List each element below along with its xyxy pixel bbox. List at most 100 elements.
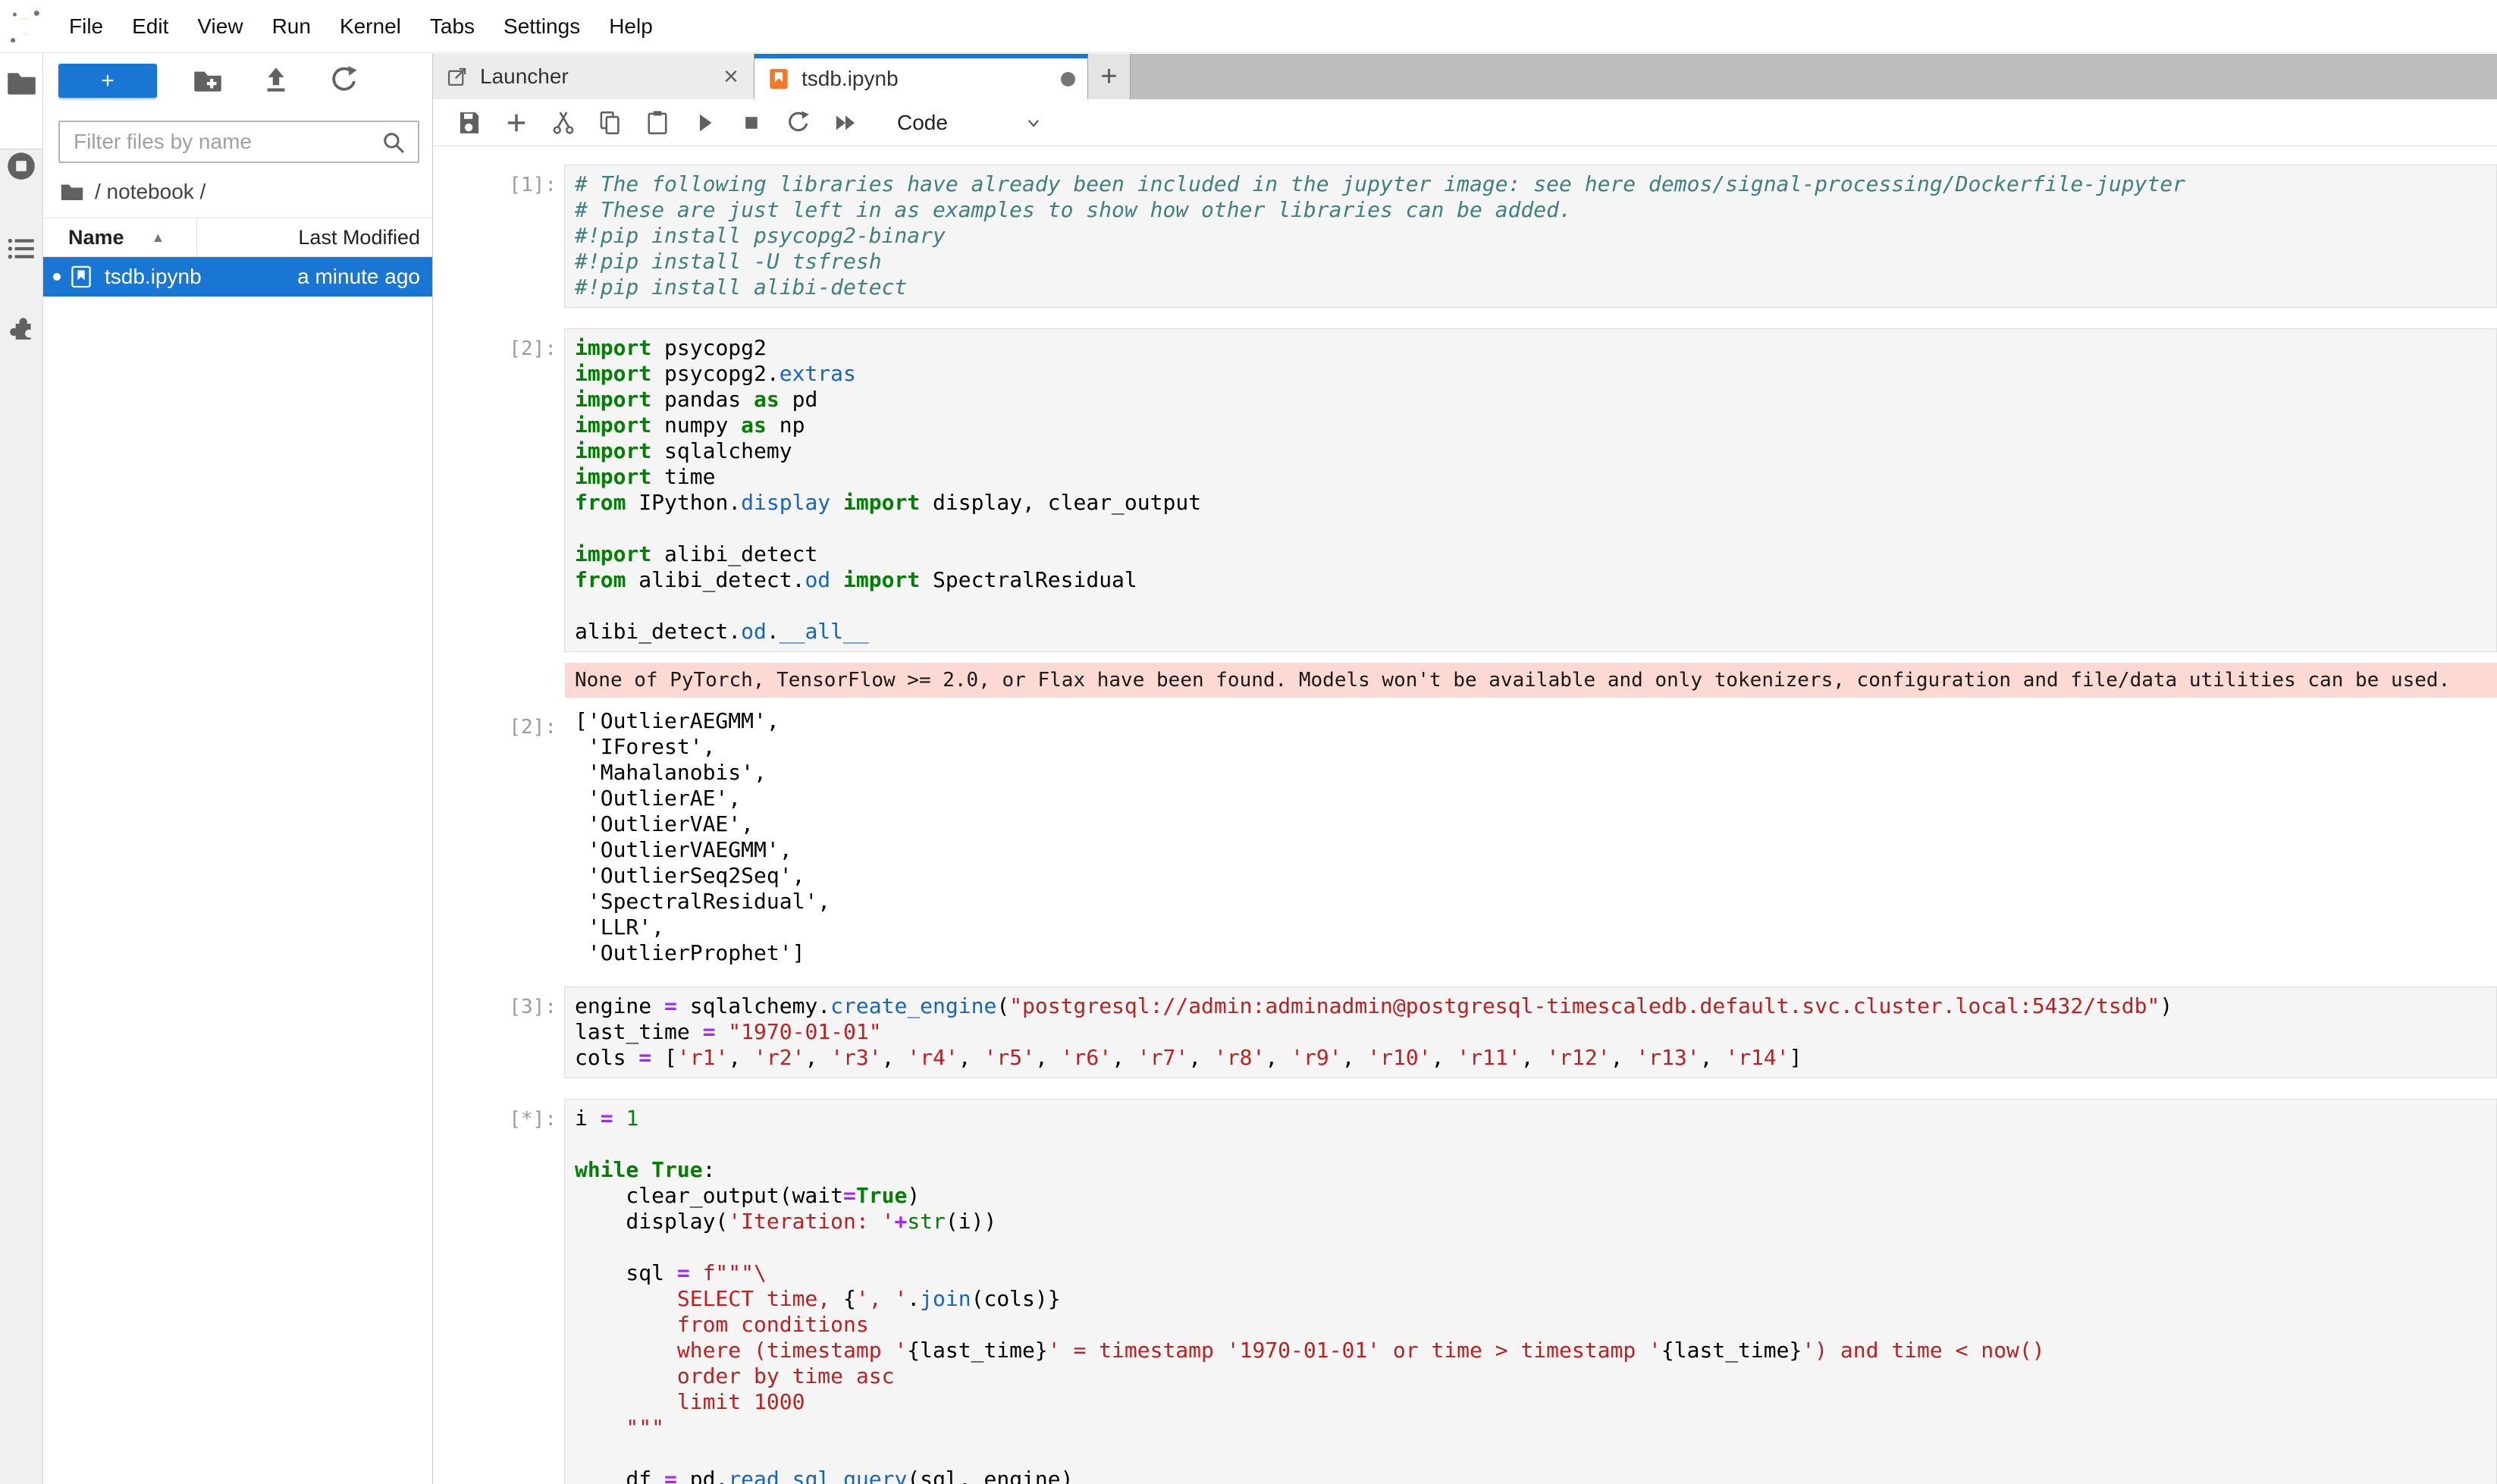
new-launcher-button[interactable]: +	[58, 64, 157, 98]
menu-help[interactable]: Help	[594, 0, 667, 52]
code-line: i = 1	[575, 1106, 2493, 1131]
extensions-puzzle-icon[interactable]	[4, 309, 39, 344]
menu-edit[interactable]: Edit	[118, 0, 183, 52]
new-tab-button[interactable]: +	[1088, 54, 1131, 99]
output-prompt: [2]:	[433, 707, 564, 966]
copy-cells-button[interactable]	[594, 106, 627, 140]
close-tab-icon[interactable]: ×	[720, 62, 742, 92]
notebook-file-icon	[68, 264, 94, 290]
refresh-button[interactable]	[327, 63, 362, 98]
filter-files-input[interactable]	[58, 121, 419, 163]
code-line	[575, 1441, 2493, 1467]
dock-tab-bar: Launcher × tsdb.ipynb +	[433, 54, 2497, 99]
stop-icon	[737, 108, 766, 137]
menu-settings[interactable]: Settings	[489, 0, 594, 52]
breadcrumb-folder-icon	[58, 180, 86, 203]
code-editor[interactable]: engine = sqlalchemy.create_engine("postg…	[564, 987, 2497, 1078]
tab-launcher-label: Launcher	[480, 64, 720, 89]
cut-scissors-icon	[549, 108, 578, 137]
code-cell: [1]: # The following libraries have alrea…	[433, 165, 2497, 308]
code-line	[575, 516, 2493, 541]
file-list-header: Name ▲ Last Modified	[43, 218, 432, 257]
menu-bar: FileEditViewRunKernelTabsSettingsHelp	[0, 0, 2497, 53]
code-line: #!pip install alibi-detect	[575, 275, 2493, 300]
new-folder-button[interactable]	[190, 63, 225, 98]
folder-icon[interactable]	[4, 66, 39, 101]
code-cell: [2]:import psycopg2import psycopg2.extra…	[433, 328, 2497, 652]
code-line	[575, 593, 2493, 619]
file-row-tsdb[interactable]: tsdb.ipynb a minute ago	[43, 257, 432, 296]
code-line: # The following libraries have already b…	[575, 171, 2493, 197]
filter-box	[58, 121, 419, 163]
code-line: #!pip install psycopg2-binary	[575, 223, 2493, 249]
cut-cells-button[interactable]	[547, 106, 580, 140]
code-line: import psycopg2	[575, 335, 2493, 361]
stderr-warning-output: None of PyTorch, TensorFlow >= 2.0, or F…	[565, 663, 2497, 698]
code-line: clear_output(wait=True)	[575, 1183, 2493, 1209]
cell-type-value: Code	[897, 111, 948, 135]
restart-icon	[784, 108, 813, 137]
unsaved-changes-dot-icon	[1061, 72, 1075, 86]
restart-kernel-button[interactable]	[782, 106, 815, 140]
output-text: ['OutlierAEGMM', 'IForest', 'Mahalanobis…	[564, 707, 2497, 966]
code-line: cols = ['r1', 'r2', 'r3', 'r4', 'r5', 'r…	[575, 1045, 2493, 1071]
tab-launcher[interactable]: Launcher ×	[433, 54, 754, 99]
menu-file[interactable]: File	[55, 0, 118, 52]
copy-icon	[596, 108, 625, 137]
code-line: import sqlalchemy	[575, 438, 2493, 464]
column-name-header[interactable]: Name ▲	[43, 218, 197, 256]
menu-kernel[interactable]: Kernel	[325, 0, 416, 52]
notebook-toolbar: Code	[433, 99, 2497, 146]
code-line: from alibi_detect.od import SpectralResi…	[575, 567, 2493, 593]
sort-ascending-icon: ▲	[152, 230, 165, 246]
code-line: limit 1000	[575, 1389, 2493, 1415]
add-cell-button[interactable]	[500, 106, 533, 140]
code-line: display('Iteration: '+str(i))	[575, 1209, 2493, 1235]
new-folder-icon	[190, 63, 225, 98]
menu-view[interactable]: View	[183, 0, 257, 52]
notebook-panel: Launcher × tsdb.ipynb +	[433, 54, 2497, 1484]
fast-forward-icon	[831, 108, 860, 137]
chevron-down-icon	[1021, 110, 1046, 136]
code-editor[interactable]: import psycopg2import psycopg2.extrasimp…	[564, 328, 2497, 652]
code-editor[interactable]: i = 1 while True: clear_output(wait=True…	[564, 1099, 2497, 1484]
code-line: import time	[575, 464, 2493, 490]
interrupt-kernel-button[interactable]	[735, 106, 768, 140]
code-line: last_time = "1970-01-01"	[575, 1019, 2493, 1045]
code-line: # These are just left in as examples to …	[575, 197, 2493, 223]
code-line: while True:	[575, 1157, 2493, 1183]
code-line: import numpy as np	[575, 413, 2493, 438]
input-prompt: [3]:	[433, 987, 564, 1078]
restart-run-all-button[interactable]	[829, 106, 862, 140]
code-line: SELECT time, {', '.join(cols)}	[575, 1286, 2493, 1312]
cell-type-dropdown[interactable]: Code	[897, 110, 1046, 136]
code-line: sql = f"""\	[575, 1260, 2493, 1286]
sidebar-tab-strip	[0, 54, 43, 1484]
code-line: import psycopg2.extras	[575, 361, 2493, 387]
upload-button[interactable]	[259, 63, 293, 98]
menu-tabs[interactable]: Tabs	[416, 0, 489, 52]
paste-clipboard-icon	[643, 108, 672, 137]
menu-run[interactable]: Run	[258, 0, 325, 52]
code-editor[interactable]: # The following libraries have already b…	[564, 165, 2497, 308]
running-sessions-icon[interactable]	[4, 149, 39, 184]
file-browser-toolbar: +	[43, 54, 432, 101]
table-of-contents-icon[interactable]	[4, 231, 39, 266]
column-modified-header[interactable]: Last Modified	[197, 226, 432, 249]
code-line	[575, 1235, 2493, 1260]
run-cell-button[interactable]	[688, 106, 721, 140]
notebook-icon	[767, 67, 791, 91]
breadcrumb[interactable]: / notebook /	[43, 163, 432, 215]
paste-cells-button[interactable]	[641, 106, 674, 140]
code-cell: [3]:engine = sqlalchemy.create_engine("p…	[433, 987, 2497, 1078]
code-line: alibi_detect.od.__all__	[575, 619, 2493, 645]
file-browser-panel: +	[43, 54, 433, 1484]
plus-icon	[502, 108, 531, 137]
input-prompt: [1]:	[433, 165, 564, 308]
tab-tsdb-notebook[interactable]: tsdb.ipynb	[754, 54, 1088, 99]
file-name: tsdb.ipynb	[105, 265, 202, 289]
code-line: import pandas as pd	[575, 387, 2493, 413]
save-button[interactable]	[453, 106, 486, 140]
menu-items: FileEditViewRunKernelTabsSettingsHelp	[55, 0, 667, 52]
code-line: where (timestamp '{last_time}' = timesta…	[575, 1338, 2493, 1363]
